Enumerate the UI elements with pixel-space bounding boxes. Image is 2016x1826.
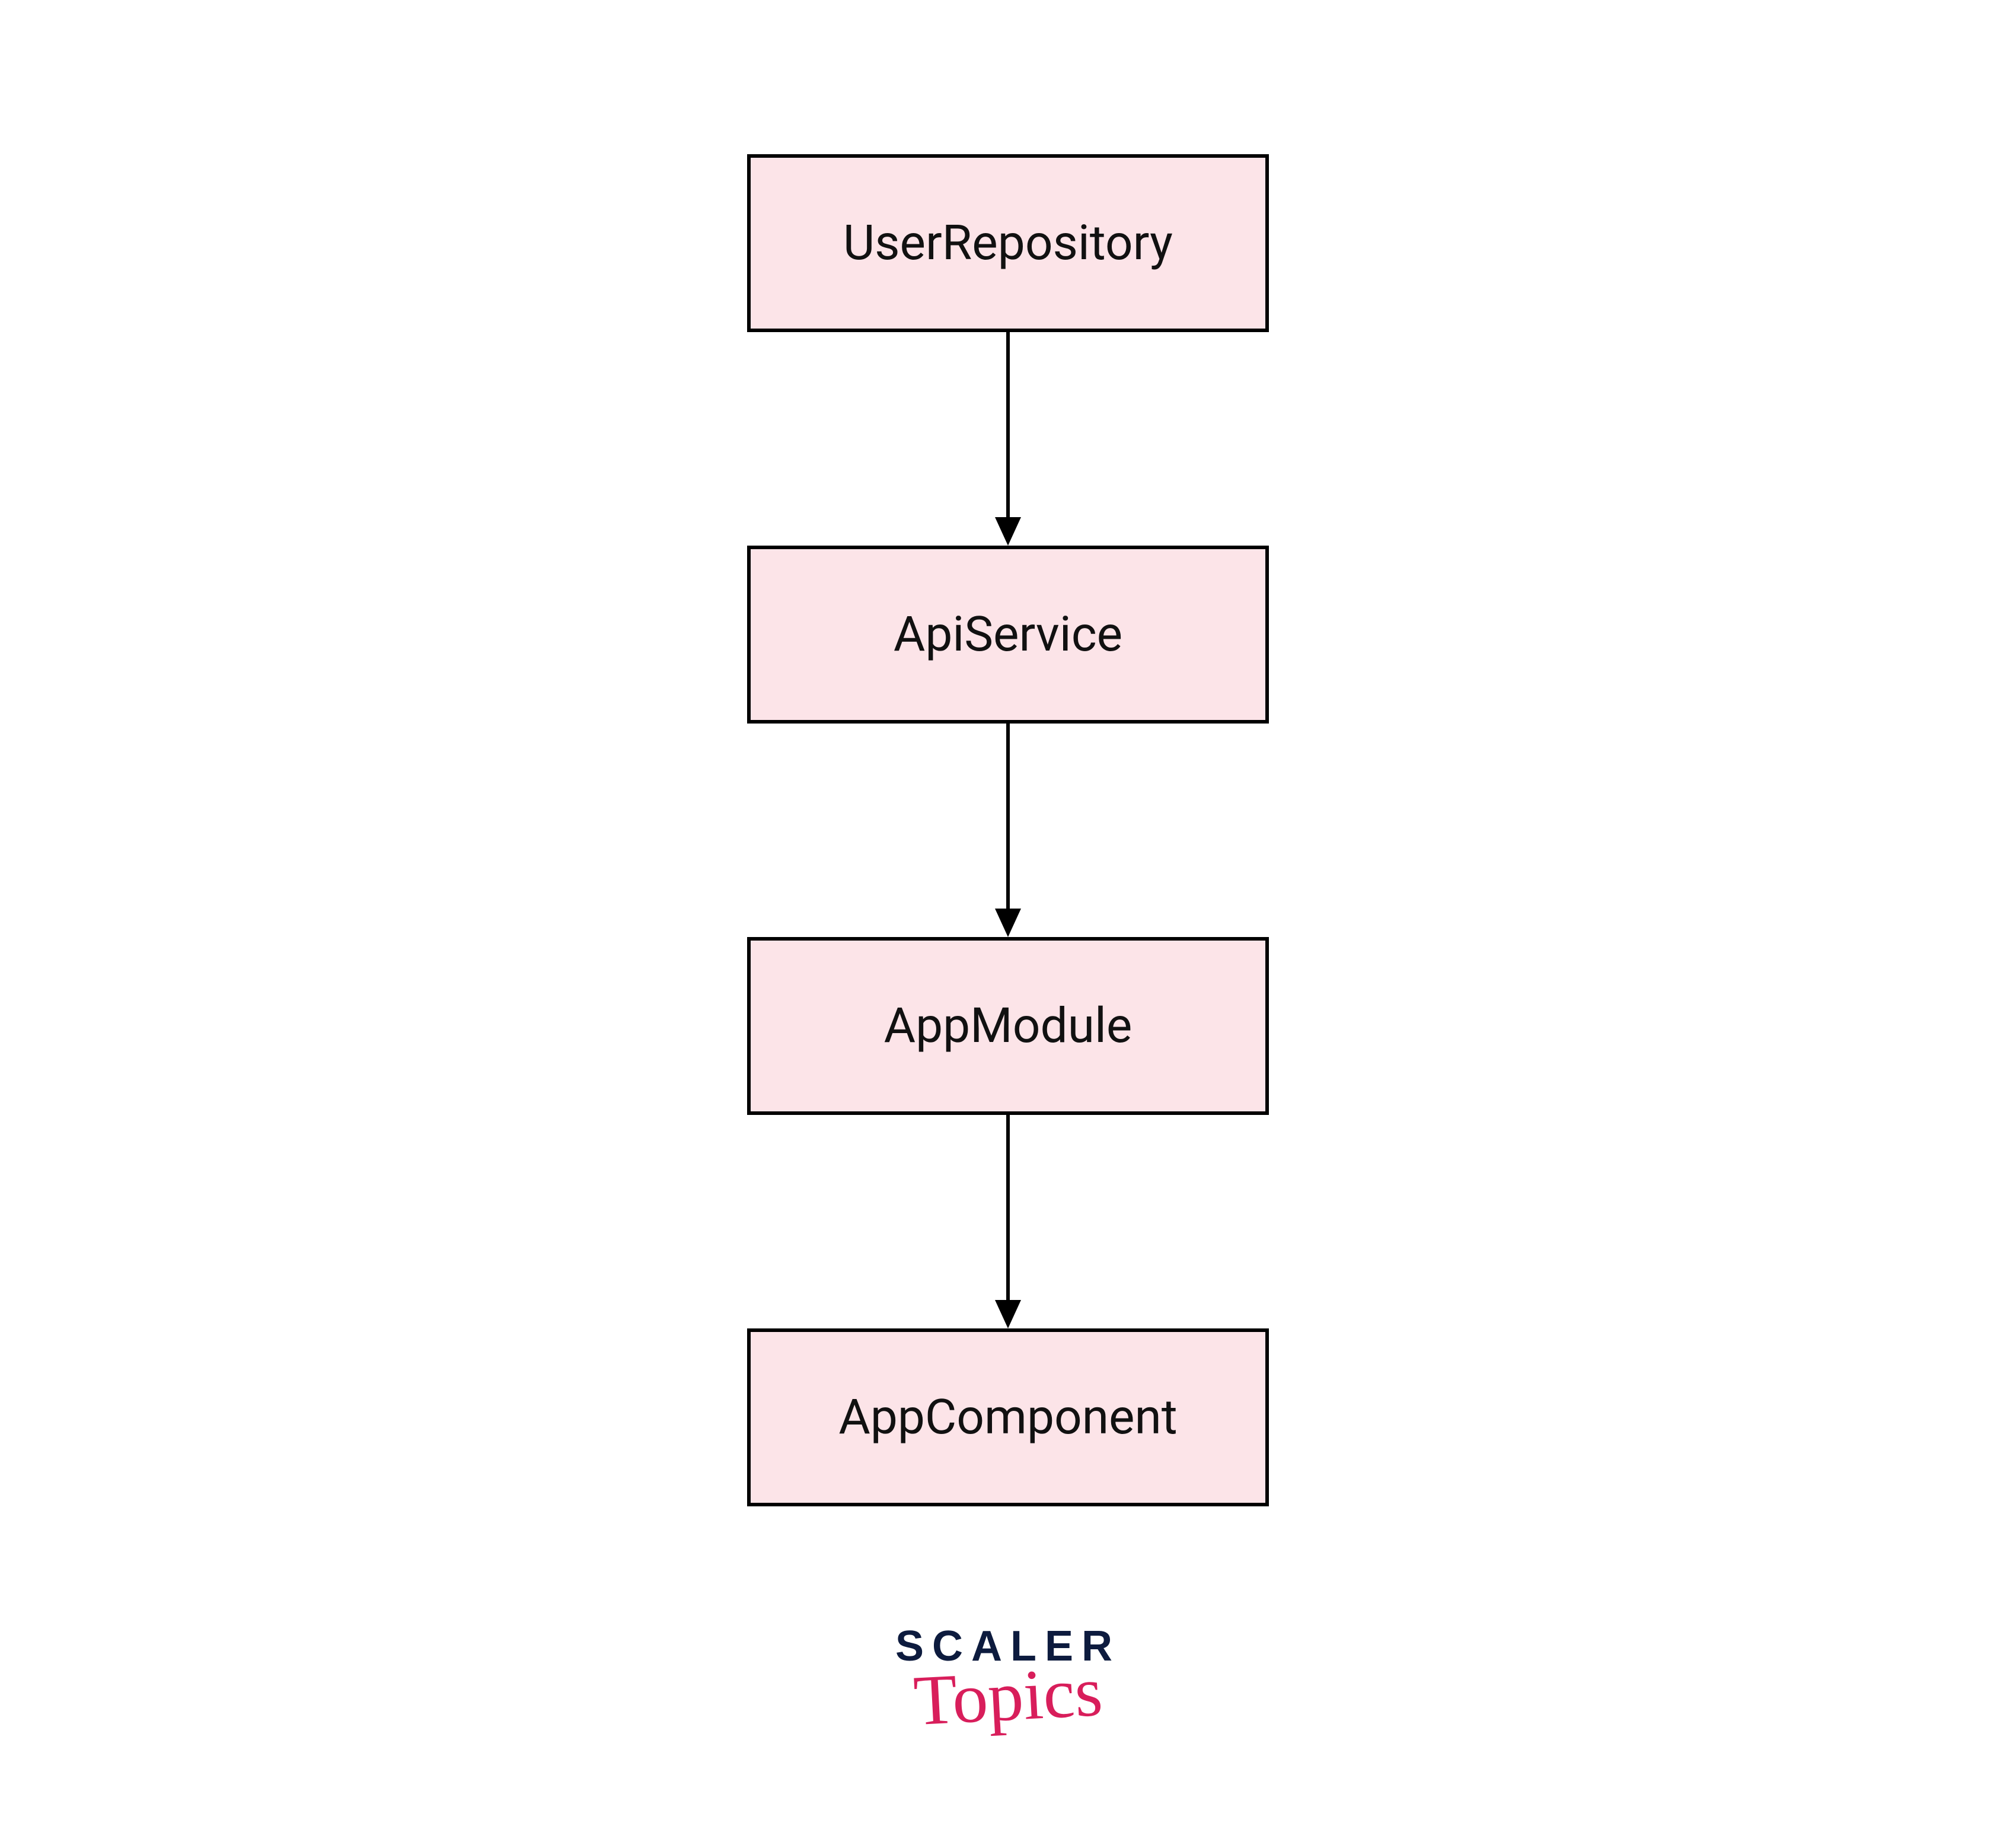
node-user-repository: UserRepository: [747, 154, 1269, 332]
arrow-3: [990, 1115, 1026, 1328]
arrow-down-icon: [990, 724, 1026, 937]
node-label: ApiService: [894, 606, 1122, 663]
arrow-down-icon: [990, 332, 1026, 546]
diagram-canvas: UserRepository ApiService AppModule AppC…: [0, 0, 2016, 1826]
brand-logo: SCALER Topics: [895, 1625, 1121, 1732]
arrow-2: [990, 724, 1026, 937]
arrow-down-icon: [990, 1115, 1026, 1328]
brand-line-2: Topics: [912, 1656, 1104, 1736]
node-app-component: AppComponent: [747, 1328, 1269, 1506]
node-app-module: AppModule: [747, 937, 1269, 1115]
node-label: AppComponent: [838, 1389, 1177, 1446]
node-label: UserRepository: [843, 215, 1173, 272]
node-api-service: ApiService: [747, 546, 1269, 724]
node-label: AppModule: [884, 998, 1133, 1054]
arrow-1: [990, 332, 1026, 546]
